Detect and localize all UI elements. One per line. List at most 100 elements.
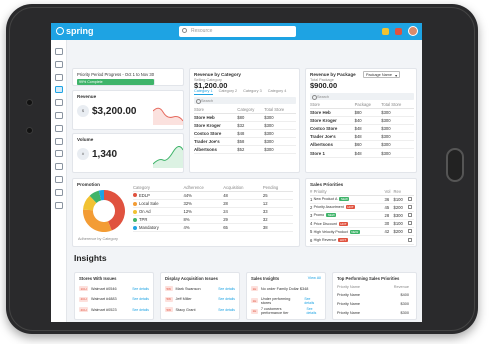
- insight-row[interactable]: 5W Mark Swanson See details: [165, 286, 235, 291]
- insight-row[interactable]: 5W Stacy Grant See details: [165, 307, 235, 312]
- tab-category-4[interactable]: Category 4: [268, 89, 287, 95]
- table-row[interactable]: Albertsons $60 $300: [310, 140, 414, 150]
- checkbox[interactable]: [407, 196, 412, 201]
- table-cell: $58: [237, 137, 265, 147]
- revenue-by-category-col-header[interactable]: Total Store: [264, 106, 296, 114]
- list-icon[interactable]: [55, 201, 63, 209]
- table-row[interactable]: EDLP 44% 48 25: [133, 191, 293, 200]
- checkbox[interactable]: [407, 237, 412, 242]
- revenue-by-category-col-header[interactable]: Store: [194, 106, 238, 114]
- donut-slice-local-sale[interactable]: [83, 209, 112, 232]
- spring-logo-icon: [56, 27, 64, 35]
- see-details-link[interactable]: See details: [132, 297, 149, 301]
- tag-icon[interactable]: [55, 112, 63, 119]
- sales-priority-col-header[interactable]: Rev: [393, 188, 408, 196]
- table-row[interactable]: Local Sale 32% 28 12: [133, 199, 293, 208]
- table-row[interactable]: 1 New Product A NEW 36 $100: [310, 195, 414, 204]
- app-logo[interactable]: spring: [56, 26, 94, 36]
- insight-row[interactable]: 5W Jeff Miller See details: [165, 296, 235, 302]
- table-row[interactable]: Costco Store $48 $300: [310, 124, 414, 134]
- table-row[interactable]: Store Kroger $40 $300: [310, 116, 414, 125]
- see-details-link[interactable]: See details: [307, 307, 322, 315]
- box-icon[interactable]: [55, 137, 63, 145]
- revenue-by-package-col-header[interactable]: Package: [354, 101, 382, 109]
- table-row[interactable]: 6 High Revenue HOT: [310, 235, 414, 245]
- table-row[interactable]: On Ad 12% 24 33: [133, 207, 293, 217]
- insight-row[interactable]: 1H Under performing stores See details: [251, 297, 321, 305]
- see-details-link[interactable]: See details: [132, 308, 149, 312]
- table-row[interactable]: Mandatory 4% 65 38: [133, 223, 293, 233]
- table-cell: $300: [381, 132, 414, 142]
- insight-row[interactable]: 1H 7 customers performance tier See detail…: [251, 307, 321, 315]
- insight-row[interactable]: 1H No order Family Dollar $348: [251, 286, 321, 291]
- home-button[interactable]: [446, 148, 464, 182]
- users-icon[interactable]: [55, 73, 63, 81]
- sales-priority-col-header[interactable]: [407, 188, 414, 196]
- top-performing-row[interactable]: Priority Name $300: [337, 302, 409, 306]
- promotion-col-header[interactable]: Pending: [262, 184, 293, 192]
- table-cell: $60: [354, 140, 382, 150]
- promotion-pending-cell: 33: [262, 207, 293, 217]
- store-icon[interactable]: [55, 188, 63, 196]
- table-row[interactable]: 3 Promo NEW 28 $300: [310, 211, 414, 221]
- priority-checkbox-cell: [407, 211, 414, 221]
- top-performing-row[interactable]: Priority Name $400: [337, 293, 409, 297]
- revenue-by-category-col-header[interactable]: Category: [237, 106, 265, 114]
- tab-category-2[interactable]: Category 2: [219, 89, 238, 95]
- table-row[interactable]: Store Heb $80 $300: [194, 113, 296, 122]
- table-row[interactable]: Albertsons $52 $300: [194, 145, 296, 155]
- table-cell: $80: [354, 108, 382, 117]
- top-performing-row[interactable]: Priority Name $300: [337, 311, 409, 315]
- see-details-link[interactable]: See details: [218, 287, 235, 291]
- checkbox[interactable]: [407, 204, 412, 209]
- insight-row[interactable]: 1CH Walmart #0546 See details: [79, 286, 149, 291]
- cart-icon[interactable]: [55, 176, 63, 183]
- view-all-link[interactable]: View All: [308, 276, 321, 280]
- insight-row[interactable]: 4CH Walmart #4883 See details: [79, 296, 149, 302]
- sales-priority-col-header[interactable]: Vol: [384, 188, 394, 196]
- dashboard-icon[interactable]: [55, 86, 63, 94]
- table-row[interactable]: Trader Joe's $58 $300: [194, 137, 296, 147]
- folder-icon[interactable]: [55, 124, 63, 132]
- table-row[interactable]: Store 1 $48 $300: [310, 148, 414, 158]
- document-icon[interactable]: [55, 60, 63, 68]
- promotion-col-header[interactable]: Category: [133, 184, 184, 192]
- promotion-col-header[interactable]: Acquisition: [223, 184, 263, 192]
- tab-category-3[interactable]: Category 3: [243, 89, 262, 95]
- see-details-link[interactable]: See details: [218, 297, 235, 301]
- table-row[interactable]: 2 Priority Assortment HOT 45 $200: [310, 203, 414, 212]
- see-details-link[interactable]: See details: [132, 287, 149, 291]
- menu-icon[interactable]: [55, 48, 63, 55]
- see-details-link[interactable]: See details: [218, 308, 235, 312]
- category-search-input[interactable]: Search: [194, 97, 296, 104]
- revenue-by-package-col-header[interactable]: Store: [310, 101, 355, 109]
- checkbox[interactable]: [407, 212, 412, 217]
- see-details-link[interactable]: See details: [304, 297, 321, 305]
- alert-icon[interactable]: [395, 27, 402, 35]
- notification-icon[interactable]: [382, 27, 389, 35]
- chart-icon[interactable]: [55, 163, 63, 171]
- table-row[interactable]: Trader Joe's $48 $300: [310, 132, 414, 142]
- table-row[interactable]: Store Heb $80 $300: [310, 108, 414, 117]
- checkbox[interactable]: [407, 221, 412, 226]
- global-search-input[interactable]: Resource: [179, 26, 296, 37]
- insight-row[interactable]: 4CH Walmart #0523 See details: [79, 307, 149, 312]
- promotion-col-header[interactable]: Adherence: [183, 184, 224, 192]
- table-row[interactable]: Costco Store $48 $300: [194, 129, 296, 139]
- promotion-table: Category Adherence Acquisition Pending EDLP…: [133, 184, 293, 233]
- revenue-by-package-col-header[interactable]: Total Store: [381, 101, 414, 109]
- avatar[interactable]: [408, 26, 418, 36]
- package-search-input[interactable]: Search: [310, 93, 414, 100]
- sales-priority-col-header[interactable]: Priority: [313, 188, 385, 196]
- promotion-adherence-cell: 4%: [183, 223, 224, 233]
- table-row[interactable]: TPR 8% 29 32: [133, 215, 293, 225]
- checkbox[interactable]: [407, 229, 412, 234]
- table-row[interactable]: Store Kroger $32 $300: [194, 121, 296, 130]
- tab-category-1[interactable]: Category 1: [194, 89, 213, 95]
- table-row[interactable]: 5 High Velocity Product NEW 42 $200: [310, 227, 414, 237]
- calendar-icon[interactable]: [55, 150, 63, 158]
- package-name-dropdown[interactable]: Package Name ▾: [363, 71, 400, 78]
- grid-icon[interactable]: [55, 99, 63, 107]
- promotion-title: Promotion: [77, 182, 100, 187]
- table-row[interactable]: 4 Price Discount HOT 30 $100: [310, 219, 414, 229]
